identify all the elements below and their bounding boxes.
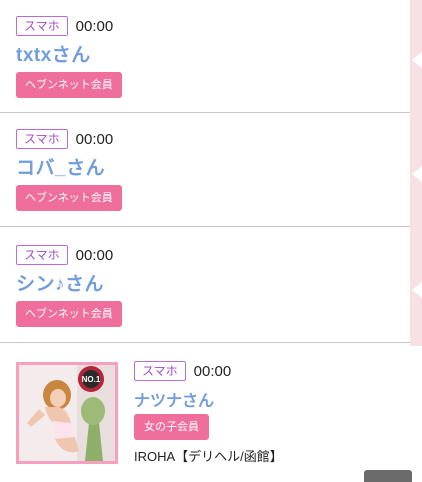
scroll-top-button[interactable] xyxy=(364,470,412,482)
member-button[interactable]: ヘブンネット会員 xyxy=(16,72,122,98)
item-meta: スマホ 00:00 xyxy=(134,361,231,381)
user-name-link[interactable]: コバ_さん xyxy=(16,153,105,180)
list-item[interactable]: スマホ 00:00 txtxさん ヘブンネット会員 xyxy=(0,0,410,113)
user-name-link[interactable]: txtxさん xyxy=(16,40,91,67)
device-badge: スマホ xyxy=(16,129,68,149)
timestamp: 00:00 xyxy=(75,17,114,35)
device-badge: スマホ xyxy=(16,245,68,265)
timestamp: 00:00 xyxy=(75,130,114,148)
member-button[interactable]: ヘブンネット会員 xyxy=(16,301,122,327)
timestamp: 00:00 xyxy=(193,362,232,380)
member-button[interactable]: 女の子会員 xyxy=(134,414,209,440)
device-badge: スマホ xyxy=(134,361,186,381)
member-button[interactable]: ヘブンネット会員 xyxy=(16,185,122,211)
activity-list: スマホ 00:00 txtxさん ヘブンネット会員 スマホ 00:00 コバ_さ… xyxy=(0,0,410,480)
user-name-link[interactable]: シン♪さん xyxy=(16,269,104,296)
device-badge: スマホ xyxy=(16,16,68,36)
profile-photo: NO.1 xyxy=(19,365,115,461)
item-meta: スマホ 00:00 xyxy=(16,129,113,149)
list-item[interactable]: スマホ 00:00 シン♪さん ヘブンネット会員 xyxy=(0,229,410,343)
strip-notch-icon xyxy=(412,166,422,182)
strip-notch-icon xyxy=(412,52,422,68)
featured-list-item[interactable]: NO.1 スマホ 00:00 ナツナさん 女の子会員 IROHA【デリヘル/函館… xyxy=(0,346,410,480)
item-meta: スマホ 00:00 xyxy=(16,245,113,265)
list-item[interactable]: スマホ 00:00 コバ_さん ヘブンネット会員 xyxy=(0,113,410,227)
profile-thumbnail[interactable]: NO.1 xyxy=(16,362,118,464)
ranking-badge-text: NO.1 xyxy=(82,375,101,384)
item-meta: スマホ 00:00 xyxy=(16,16,113,36)
side-strip xyxy=(410,0,422,346)
timestamp: 00:00 xyxy=(75,246,114,264)
shop-name[interactable]: IROHA【デリヘル/函館】 xyxy=(134,446,283,465)
user-name-link[interactable]: ナツナさん xyxy=(134,387,214,411)
strip-notch-icon xyxy=(412,282,422,298)
